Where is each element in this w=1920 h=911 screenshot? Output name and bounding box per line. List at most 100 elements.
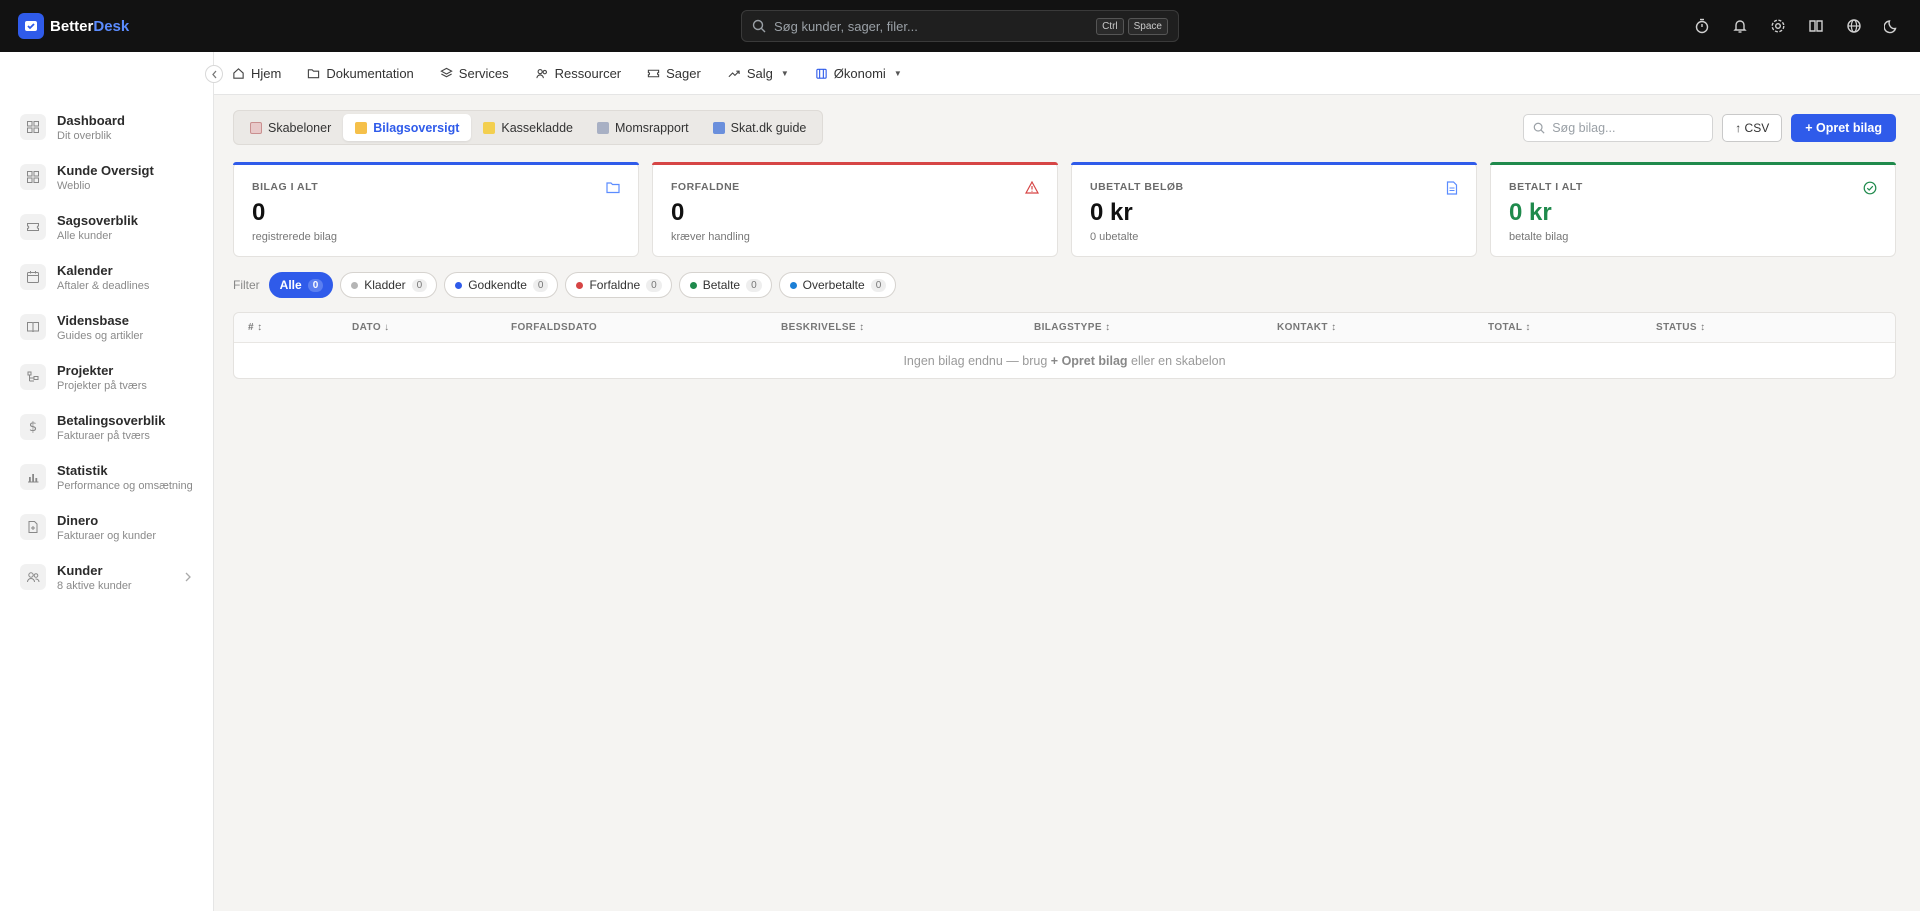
book-icon [20, 314, 46, 340]
nav-label: Sager [666, 65, 701, 81]
document-icon [1446, 181, 1458, 198]
nav-salg[interactable]: Salg ▼ [727, 66, 789, 81]
nav-okonomi[interactable]: Økonomi ▼ [815, 66, 902, 81]
sidebar-item-title: Statistik [57, 462, 108, 478]
tab-skabeloner[interactable]: Skabeloner [238, 114, 343, 141]
moon-icon[interactable] [1882, 16, 1902, 36]
sidebar-item-kunder[interactable]: Kunder 8 aktive kunder [0, 552, 214, 602]
grid-icon [20, 114, 46, 140]
grid-icon [20, 164, 46, 190]
stat-cards: BILAG I ALT 0 registrerede bilag FORFALD… [233, 162, 1896, 257]
card-label: BETALT I ALT [1509, 181, 1583, 193]
card-sub: registrerede bilag [252, 231, 337, 243]
csv-export-button[interactable]: ↑ CSV [1722, 114, 1783, 142]
sidebar-item-dinero[interactable]: Dinero Fakturaer og kunder [0, 502, 214, 552]
logo-icon [18, 13, 44, 39]
col-beskrivelse[interactable]: BESKRIVELSE ↕ [781, 322, 865, 333]
card-value: 0 [252, 199, 266, 226]
tab-momsrapport[interactable]: Momsrapport [585, 114, 701, 141]
search-placeholder: Søg kunder, sager, filer... [774, 18, 918, 34]
bell-icon[interactable] [1730, 16, 1750, 36]
empty-create-link[interactable]: + Opret bilag [1051, 354, 1128, 368]
search-icon [1533, 122, 1545, 134]
nav-ressourcer[interactable]: Ressourcer [535, 66, 621, 81]
gear-icon[interactable] [1768, 16, 1788, 36]
sidebar-item-dashboard[interactable]: Dashboard Dit overblik [0, 102, 214, 152]
tab-kassekladde[interactable]: Kassekladde [471, 114, 585, 141]
card-sub: betalte bilag [1509, 231, 1569, 243]
caret-down-icon: ▼ [780, 68, 789, 78]
table-empty-state: Ingen bilag endnu — brug + Opret bilag e… [234, 343, 1895, 379]
nav-services[interactable]: Services [440, 66, 509, 81]
sub-tabs: Skabeloner Bilagsoversigt Kassekladde Mo… [233, 110, 824, 145]
sidebar-item-kalender[interactable]: Kalender Aftaler & deadlines [0, 252, 214, 302]
sidebar-item-title: Kalender [57, 262, 113, 278]
col-status[interactable]: STATUS ↕ [1656, 322, 1706, 333]
sidebar-item-sub: Weblio [57, 179, 91, 192]
status-dot [689, 281, 697, 289]
card-bilag-i-alt: BILAG I ALT 0 registrerede bilag [233, 162, 639, 257]
filter-chip-godkendte[interactable]: Godkendte 0 [444, 272, 559, 298]
sidebar-item-sagsoverblik[interactable]: Sagsoverblik Alle kunder [0, 202, 214, 252]
sidebar-item-sub: Fakturaer og kunder [57, 529, 157, 542]
search-icon [752, 19, 766, 33]
folder-icon [355, 121, 368, 134]
create-bilag-button[interactable]: + Opret bilag [1791, 114, 1896, 142]
chip-count: 0 [532, 278, 549, 292]
top-bar: BetterDesk Søg kunder, sager, filer... C… [0, 0, 1920, 52]
filter-label: Filter [233, 278, 260, 292]
col-number[interactable]: # ↕ [248, 322, 263, 333]
sidebar-item-title: Dashboard [57, 112, 125, 128]
col-total[interactable]: TOTAL ↕ [1488, 322, 1531, 333]
filter-chip-betalte[interactable]: Betalte 0 [678, 272, 772, 298]
nav-hjem[interactable]: Hjem [232, 66, 281, 81]
chevron-right-icon[interactable] [184, 570, 192, 585]
card-sub: kræver handling [671, 231, 750, 243]
sidebar-collapse-button[interactable] [205, 65, 223, 83]
tab-skat-dk-guide[interactable]: Skat.dk guide [701, 114, 819, 141]
chip-label: Forfaldne [589, 278, 641, 292]
sidebar-item-betalingsoverblik[interactable]: $ Betalingsoverblik Fakturaer på tværs [0, 402, 214, 452]
tab-label: Momsrapport [614, 120, 689, 135]
nav-dokumentation[interactable]: Dokumentation [307, 66, 414, 81]
col-bilagstype[interactable]: BILAGSTYPE ↕ [1034, 322, 1110, 333]
filter-chip-overbetalte[interactable]: Overbetalte 0 [778, 272, 897, 298]
app-logo[interactable]: BetterDesk [18, 13, 129, 39]
sidebar-item-sub: Guides og artikler [57, 329, 144, 342]
filter-chip-forfaldne[interactable]: Forfaldne 0 [565, 272, 672, 298]
ticket-icon [20, 214, 46, 240]
sidebar-item-sub: 8 aktive kunder [57, 579, 132, 592]
tab-label: Skabeloner [268, 120, 332, 135]
card-sub: 0 ubetalte [1090, 231, 1139, 243]
trend-up-icon [728, 70, 740, 77]
status-dot [576, 281, 584, 289]
book-icon[interactable] [1806, 16, 1826, 36]
bank-icon [596, 121, 609, 134]
card-betalt-i-alt: BETALT I ALT 0 kr betalte bilag [1490, 162, 1896, 257]
filter-chip-kladder[interactable]: Kladder 0 [340, 272, 438, 298]
empty-text-pre: Ingen bilag endnu — brug [903, 354, 1048, 368]
tab-bilagsoversigt[interactable]: Bilagsoversigt [343, 114, 472, 141]
col-kontakt[interactable]: KONTAKT ↕ [1277, 322, 1337, 333]
sidebar-item-sub: Projekter på tværs [57, 379, 147, 392]
col-dato[interactable]: DATO ↓ [352, 322, 390, 333]
bilag-search-placeholder: Søg bilag... [1552, 121, 1616, 135]
calendar-icon [20, 264, 46, 290]
sidebar-item-projekter[interactable]: Projekter Projekter på tværs [0, 352, 214, 402]
timer-icon[interactable] [1692, 16, 1712, 36]
col-forfaldsdato[interactable]: FORFALDSDATO [511, 322, 597, 333]
dollar-icon: $ [20, 414, 46, 440]
global-search[interactable]: Søg kunder, sager, filer... Ctrl Space [741, 10, 1179, 42]
sidebar-item-kunde-oversigt[interactable]: Kunde Oversigt Weblio [0, 152, 214, 202]
top-icons [1692, 0, 1902, 52]
status-dot [455, 281, 463, 289]
bar-chart-icon [712, 121, 725, 134]
nav-label: Hjem [251, 65, 282, 81]
nav-sager[interactable]: Sager [647, 66, 701, 81]
bank-icon [816, 68, 827, 79]
filter-chip-alle[interactable]: Alle 0 [268, 272, 334, 298]
globe-icon[interactable] [1844, 16, 1864, 36]
sidebar-item-vidensbase[interactable]: Vidensbase Guides og artikler [0, 302, 214, 352]
bilag-search-input[interactable]: Søg bilag... [1523, 114, 1714, 142]
sidebar-item-statistik[interactable]: Statistik Performance og omsætning [0, 452, 214, 502]
